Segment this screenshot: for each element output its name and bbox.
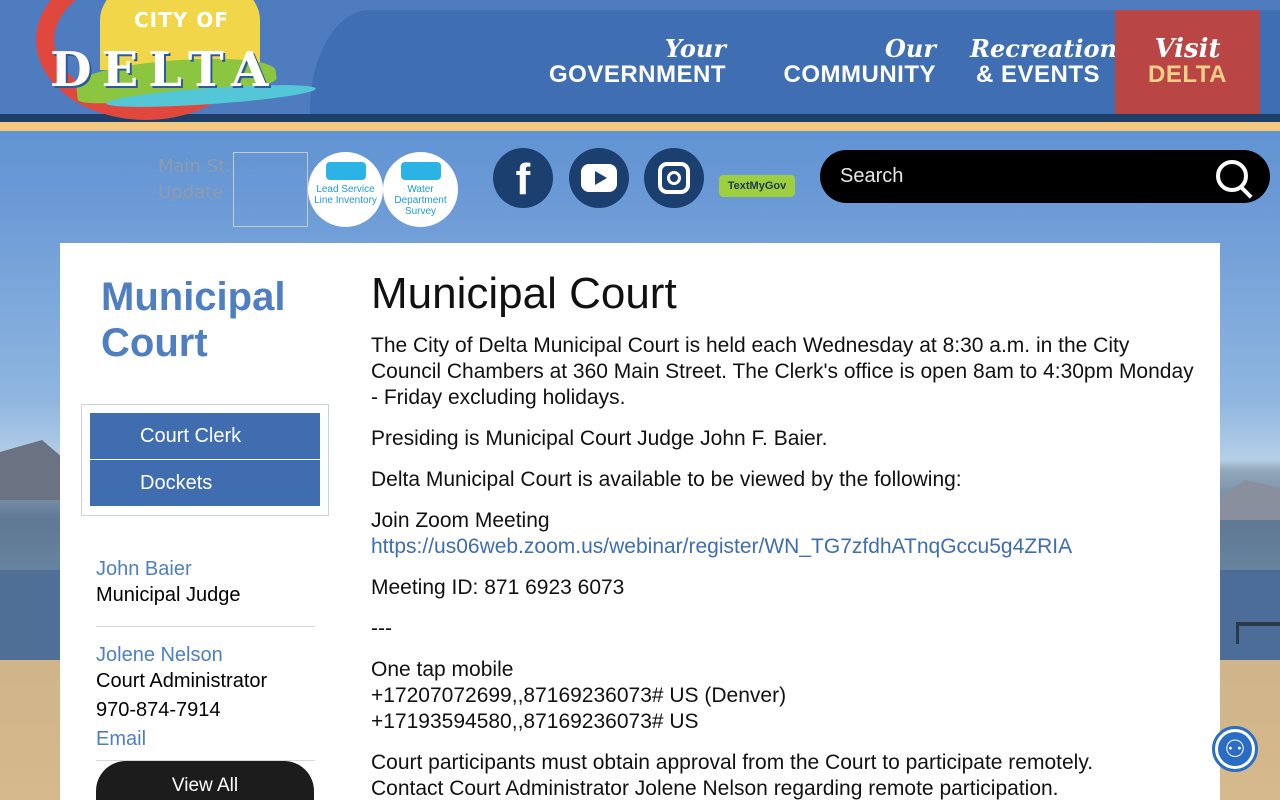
lead-service-line-button[interactable]: Lead Service Line Inventory — [308, 152, 383, 227]
city-logo[interactable]: CITY OF DELTA — [36, 0, 317, 120]
water-label: Water Department Survey — [394, 184, 447, 217]
meeting-id: Meeting ID: 871 6923 6073 — [371, 576, 625, 599]
nav-label: & EVENTS — [975, 61, 1100, 88]
search-input[interactable] — [840, 160, 1210, 193]
camera-icon — [658, 162, 690, 194]
mountain-right — [1210, 480, 1280, 520]
sidebar-item-court-clerk[interactable]: Court Clerk — [90, 413, 320, 459]
divider — [96, 626, 315, 627]
nav-visit-delta[interactable]: Visit DELTA — [1115, 10, 1260, 114]
contact-role: Municipal Judge — [96, 584, 241, 606]
search-handle — [1240, 186, 1253, 199]
nav-script: Visit — [1154, 34, 1221, 64]
zoom-label: Join Zoom Meeting — [371, 509, 550, 532]
header-stripe — [0, 114, 1280, 122]
page-title: Municipal Court — [371, 269, 677, 318]
nav-script: Our — [885, 34, 936, 63]
separator: --- — [371, 617, 392, 640]
nav-label: GOVERNMENT — [548, 61, 726, 88]
play-icon — [581, 164, 617, 192]
contact-role: Court Administrator — [96, 670, 268, 692]
phone-denver: +17207072699,,87169236073# US (Denver) — [371, 684, 787, 707]
nav-our-community[interactable]: Our COMMUNITY — [764, 0, 936, 114]
one-tap-label: One tap mobile — [371, 658, 514, 681]
instagram-icon[interactable] — [644, 148, 704, 208]
phone-us: +17193594580,,87169236073# US — [371, 710, 699, 733]
logo-delta: DELTA — [50, 42, 279, 98]
facebook-icon[interactable]: f — [493, 148, 553, 208]
textmygov-button[interactable]: TextMyGov — [719, 175, 795, 197]
bench — [1236, 622, 1280, 644]
header-stripe-gold — [0, 122, 1280, 131]
judge-paragraph: Presiding is Municipal Court Judge John … — [371, 427, 828, 450]
main-content: Municipal Court The City of Delta Munici… — [371, 268, 1201, 800]
view-all-button[interactable]: View All — [96, 761, 314, 800]
nav-label: COMMUNITY — [783, 61, 936, 88]
nav-script: Your — [664, 34, 726, 63]
contact-card: John Baier Municipal Judge — [96, 556, 316, 608]
contact-name[interactable]: John Baier — [96, 556, 316, 582]
sidebar-title: Municipal Court — [101, 275, 286, 365]
sidebar-menu: Court Clerk Dockets — [81, 404, 329, 516]
search-icon[interactable] — [1214, 158, 1253, 199]
pipe-icon — [325, 162, 366, 180]
contact-email-link[interactable]: Email — [96, 726, 316, 752]
contact-phone: 970-874-7914 — [96, 699, 221, 721]
sidebar-item-dockets[interactable]: Dockets — [90, 460, 320, 506]
main-st-update-image[interactable]: Main St. Update — [158, 154, 234, 228]
faucet-icon — [400, 162, 441, 180]
blank-image-link[interactable] — [233, 152, 308, 227]
remote-paragraph: Court participants must obtain approval … — [371, 750, 1201, 800]
lake-right — [1210, 570, 1280, 660]
nav-recreation-events[interactable]: Recreation & EVENTS — [970, 0, 1117, 114]
water-survey-button[interactable]: Water Department Survey — [383, 152, 458, 227]
zoom-link[interactable]: https://us06web.zoom.us/webinar/register… — [371, 535, 1072, 558]
nav-label: DELTA — [1148, 61, 1227, 88]
zoom-block: Join Zoom Meeting https://us06web.zoom.u… — [371, 508, 1201, 560]
nav-your-government[interactable]: Your GOVERNMENT — [540, 0, 726, 114]
lead-label: Lead Service Line Inventory — [314, 184, 377, 206]
nav-script: Recreation — [970, 34, 1117, 63]
logo-city-of: CITY OF — [134, 8, 229, 32]
accessibility-figure: ⚇ — [1218, 732, 1252, 766]
viewing-paragraph: Delta Municipal Court is available to be… — [371, 468, 962, 491]
remote-line-2: Contact Court Administrator Jolene Nelso… — [371, 777, 1059, 800]
contact-card: Jolene Nelson Court Administrator 970-87… — [96, 642, 316, 752]
contact-name[interactable]: Jolene Nelson — [96, 642, 316, 668]
remote-line-1: Court participants must obtain approval … — [371, 751, 1094, 774]
one-tap-block: One tap mobile +17207072699,,87169236073… — [371, 657, 1201, 735]
accessibility-icon[interactable]: ⚇ — [1212, 726, 1258, 772]
intro-paragraph: The City of Delta Municipal Court is hel… — [371, 334, 1194, 409]
search-bar — [820, 150, 1270, 203]
youtube-icon[interactable] — [569, 148, 629, 208]
